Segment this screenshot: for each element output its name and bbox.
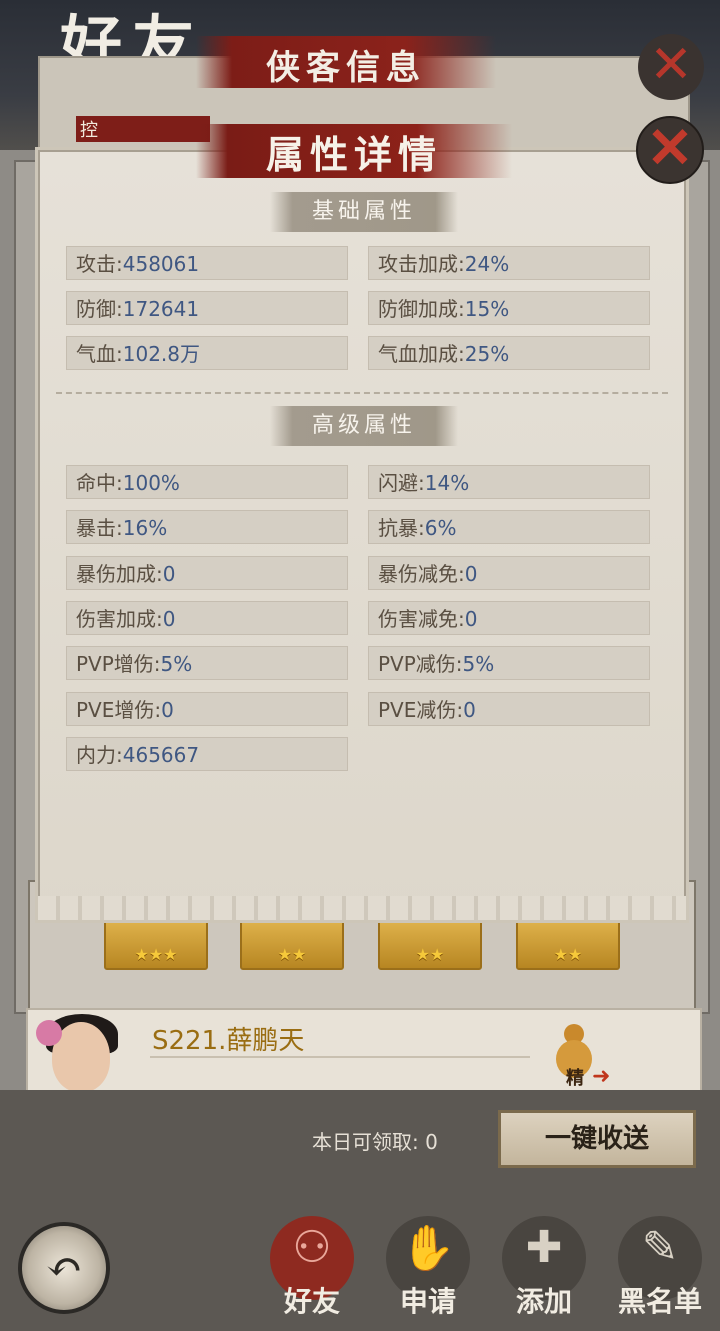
attr-defense: 防御:172641 (66, 291, 348, 325)
close-icon: ✕ (646, 115, 694, 181)
section-divider (56, 392, 668, 394)
tab-requests[interactable]: ✋ 申请 (378, 1210, 478, 1320)
divider (150, 1056, 530, 1058)
attr-crit-resist: 抗暴:6% (368, 510, 650, 544)
friends-icon: ⚇ (292, 1222, 332, 1273)
advanced-attributes-header: 高级属性 (270, 406, 458, 446)
add-icon: ✚ (525, 1222, 563, 1273)
basic-attributes-header: 基础属性 (270, 192, 458, 232)
modal-close-button[interactable]: ✕ (636, 116, 704, 184)
avatar-flower (36, 1020, 62, 1046)
attr-attack: 攻击:458061 (66, 246, 348, 280)
attr-hp-bonus: 气血加成:25% (368, 336, 650, 370)
friend-name: S221.薛鹏天 (152, 1026, 305, 1056)
send-arrow-icon: ➜ (592, 1064, 611, 1089)
tab-label: 申请 (399, 1285, 456, 1318)
attr-attack-bonus: 攻击加成:24% (368, 246, 650, 280)
back-arrow-icon: ↶ (45, 1242, 83, 1293)
back-button[interactable]: ↶ (18, 1222, 110, 1314)
tab-label: 好友 (283, 1285, 340, 1318)
tab-label: 添加 (515, 1285, 572, 1318)
tab-label: 黑名单 (617, 1285, 702, 1318)
attr-pve-damage-reduction: PVE减伤:0 (368, 692, 650, 726)
tab-blacklist[interactable]: ✎ 黑名单 (610, 1210, 710, 1320)
attr-pvp-damage-bonus: PVP增伤:5% (66, 646, 348, 680)
friend-avatar[interactable] (30, 1010, 140, 1090)
close-icon: ✕ (649, 35, 693, 95)
hero-slot[interactable]: ★★★ (104, 918, 208, 970)
hand-icon: ✋ (400, 1223, 456, 1274)
attr-crit-damage-reduction: 暴伤减免:0 (368, 556, 650, 590)
attr-hp: 气血:102.8万 (66, 336, 348, 370)
tab-friends[interactable]: ⚇ 好友 (262, 1210, 362, 1320)
scroll-icon: ✎ (641, 1222, 679, 1273)
hero-slot[interactable]: ★★ (240, 918, 344, 970)
star-rating: ★★★ (134, 945, 178, 964)
torn-paper-edge (38, 896, 686, 920)
hero-slot[interactable]: ★★ (378, 918, 482, 970)
attr-inner-power: 内力:465667 (66, 737, 348, 771)
hero-slot[interactable]: ★★ (516, 918, 620, 970)
hero-info-close-button[interactable]: ✕ (638, 34, 704, 100)
attr-hit: 命中:100% (66, 465, 348, 499)
attr-crit-damage-bonus: 暴伤加成:0 (66, 556, 348, 590)
star-rating: ★★ (553, 945, 583, 964)
attr-pve-damage-bonus: PVE增伤:0 (66, 692, 348, 726)
star-rating: ★★ (415, 945, 445, 964)
attr-damage-bonus: 伤害加成:0 (66, 601, 348, 635)
stamina-badge: 精 (566, 1068, 584, 1089)
star-rating: ★★ (277, 945, 307, 964)
claim-send-all-button[interactable]: 一键收送 (498, 1110, 696, 1168)
tab-add[interactable]: ✚ 添加 (494, 1210, 594, 1320)
hero-info-title: 侠客信息 (266, 48, 426, 88)
attr-defense-bonus: 防御加成:15% (368, 291, 650, 325)
attr-crit: 暴击:16% (66, 510, 348, 544)
attr-dodge: 闪避:14% (368, 465, 650, 499)
modal-title: 属性详情 (266, 132, 443, 177)
tag-label: 控 (80, 120, 98, 141)
attr-pvp-damage-reduction: PVP减伤:5% (368, 646, 650, 680)
claim-count-label: 本日可领取: 0 (312, 1130, 438, 1154)
attr-damage-reduction: 伤害减免:0 (368, 601, 650, 635)
